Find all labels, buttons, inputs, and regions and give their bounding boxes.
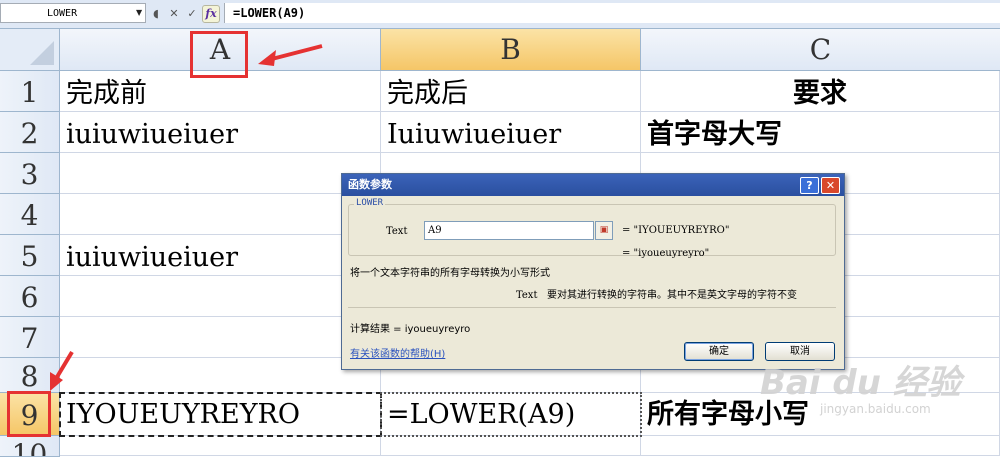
text-argument-input[interactable]: A9 <box>424 221 594 240</box>
close-icon[interactable]: ✕ <box>821 177 840 194</box>
dialog-title-bar[interactable]: 函数参数 ? ✕ <box>342 174 844 196</box>
function-help-link[interactable]: 有关该函数的帮助(H) <box>350 345 445 360</box>
function-description: 将一个文本字符串的所有字母转换为小写形式 <box>350 268 550 279</box>
help-icon[interactable]: ? <box>800 177 819 194</box>
argument-label: Text <box>386 226 408 237</box>
dialog-title: 函数参数 <box>348 178 392 191</box>
function-name-label: LOWER <box>354 198 386 208</box>
divider <box>348 307 836 308</box>
calculation-result: 计算结果 = iyoueuyreyro <box>350 324 471 335</box>
parameter-name: Text <box>516 290 538 301</box>
parameter-text: 要对其进行转换的字符串。其中不是英文字母的字符不变 <box>547 290 798 301</box>
parameter-description: Text 要对其进行转换的字符串。其中不是英文字母的字符不变 <box>516 286 797 301</box>
ok-button[interactable]: 确定 <box>684 342 754 361</box>
annotation-arrow-icon <box>258 44 323 66</box>
baidu-watermark-url: jingyan.baidu.com <box>820 402 931 416</box>
collapse-dialog-icon[interactable]: ▣ <box>595 221 613 240</box>
baidu-watermark: Bai du 经验 <box>760 363 961 403</box>
function-arguments-dialog: 函数参数 ? ✕ LOWER Text A9 ▣ = "IYOUEUYREYRO… <box>341 173 845 370</box>
function-result: = "iyoueuyreyro" <box>622 248 710 259</box>
argument-result: = "IYOUEUYREYRO" <box>622 225 730 236</box>
annotation-arrow-icon <box>50 350 74 391</box>
